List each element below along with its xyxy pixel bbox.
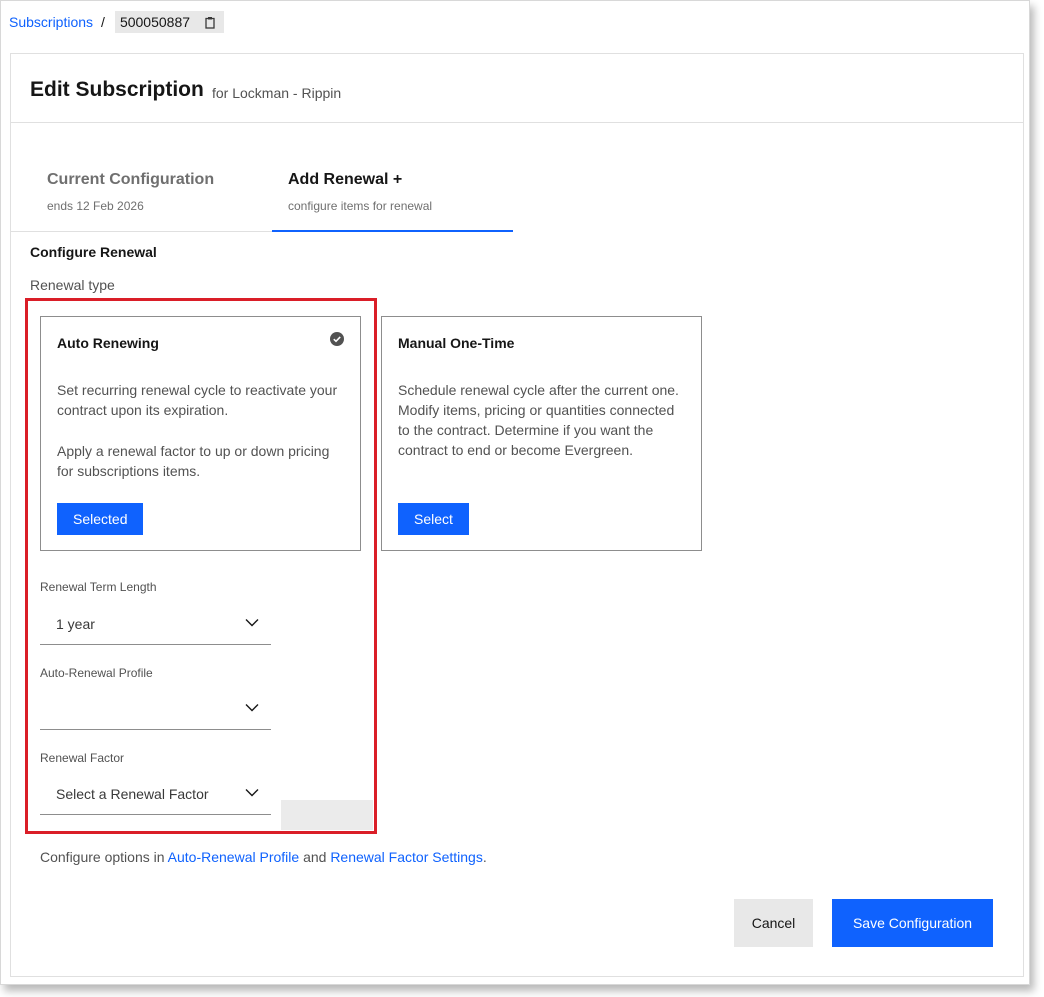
subscription-id-tag: 500050887 [114, 11, 225, 33]
section-title: Configure Renewal [30, 244, 157, 260]
cancel-button[interactable]: Cancel [734, 899, 813, 947]
tab-subtitle: configure items for renewal [288, 199, 433, 213]
note-prefix: Configure options in [40, 849, 165, 865]
breadcrumb-separator: / [101, 14, 105, 30]
highlight-box [25, 298, 377, 834]
renewal-type-label: Renewal type [30, 277, 115, 293]
tab-title: Current Configuration [47, 171, 215, 188]
breadcrumb: Subscriptions / 500050887 [9, 11, 225, 33]
select-button[interactable]: Select [398, 503, 469, 535]
tab-current-configuration[interactable]: Current Configuration ends 12 Feb 2026 [31, 154, 271, 232]
panel-header: Edit Subscription for Lockman - Rippin [11, 54, 1023, 123]
copy-icon[interactable] [204, 16, 216, 29]
tab-add-renewal[interactable]: Add Renewal + configure items for renewa… [272, 154, 513, 232]
breadcrumb-subscriptions-link[interactable]: Subscriptions [9, 14, 93, 30]
save-configuration-button[interactable]: Save Configuration [832, 899, 993, 947]
card-title: Manual One-Time [398, 335, 515, 351]
page-title: Edit Subscription [30, 78, 204, 101]
card-description: Schedule renewal cycle after the current… [398, 380, 688, 460]
app-window: Subscriptions / 500050887 Edit Subscript… [0, 0, 1030, 985]
tab-subtitle: ends 12 Feb 2026 [47, 199, 144, 213]
tabs: Current Configuration ends 12 Feb 2026 A… [11, 154, 513, 232]
card-paragraph: Schedule renewal cycle after the current… [398, 382, 679, 458]
subscription-id: 500050887 [119, 14, 191, 30]
note-middle: and [303, 849, 327, 865]
note-suffix: . [482, 849, 487, 865]
edit-subscription-panel: Edit Subscription for Lockman - Rippin C… [10, 53, 1024, 977]
configure-options-note: Configure options in Auto-Renewal Profil… [40, 849, 487, 865]
tab-title: Add Renewal + [288, 171, 403, 188]
renewal-factor-settings-link[interactable]: Renewal Factor Settings [330, 849, 483, 865]
page-subtitle: for Lockman - Rippin [212, 85, 342, 101]
manual-one-time-card[interactable]: Manual One-Time Schedule renewal cycle a… [381, 316, 702, 551]
auto-renewal-profile-link[interactable]: Auto-Renewal Profile [168, 849, 300, 865]
